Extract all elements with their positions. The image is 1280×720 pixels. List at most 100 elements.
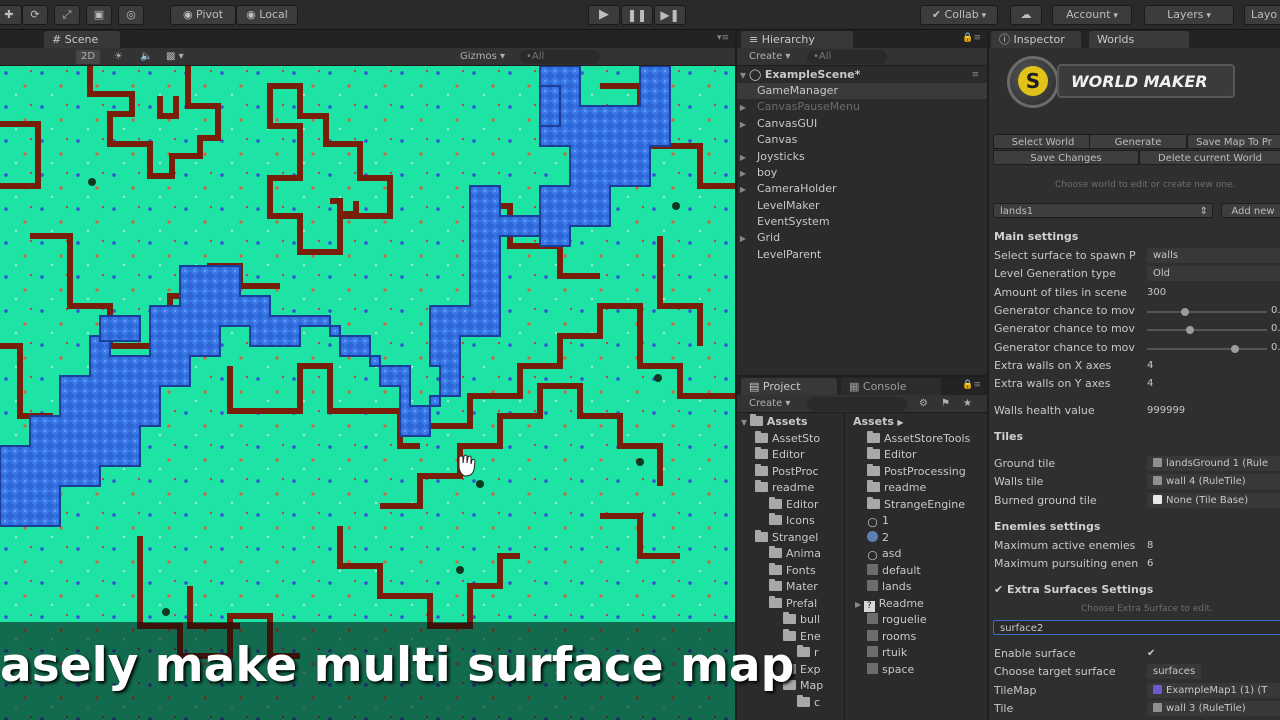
surface-select-field[interactable]: surface2 <box>993 620 1280 635</box>
hierarchy-item-canvasgui[interactable]: ▶ CanvasGUI <box>737 116 987 132</box>
slider-value[interactable]: 0. <box>1271 340 1280 355</box>
hierarchy-item-joysticks[interactable]: ▶ Joysticks <box>737 149 987 165</box>
generate-button[interactable]: Generate <box>1089 134 1187 149</box>
tab-inspector[interactable]: ⓘ Inspector <box>991 31 1081 48</box>
mode-2d-toggle[interactable]: 2D <box>76 50 100 64</box>
assets-breadcrumb[interactable]: Assets ▶ <box>853 414 904 430</box>
hierarchy-item-boy[interactable]: ▶ boy <box>737 165 987 181</box>
tree-item[interactable]: AssetSto <box>755 431 820 447</box>
tree-item[interactable]: Prefal <box>769 596 817 612</box>
favorite-star-icon[interactable]: ★ <box>963 397 972 411</box>
project-panel-menu-icon[interactable]: 🔒≡ <box>962 380 981 390</box>
tab-scene[interactable]: # Scene <box>44 31 120 48</box>
scene-search-input[interactable]: •All <box>520 50 600 64</box>
layers-dropdown[interactable]: Layers <box>1144 5 1234 25</box>
file-item[interactable]: Editor <box>867 447 917 463</box>
tilemap-field[interactable]: ExampleMap1 (1) (T <box>1147 683 1280 698</box>
extra-walls-y-input[interactable]: 4 <box>1147 376 1280 391</box>
tree-item[interactable]: Mater <box>769 579 818 595</box>
delete-world-button[interactable]: Delete current World <box>1139 150 1280 165</box>
scale-tool-icon[interactable]: ⤢ <box>54 5 80 25</box>
select-world-button[interactable]: Select World <box>993 134 1093 149</box>
project-search-input[interactable] <box>807 397 907 411</box>
enable-surface-checkbox[interactable]: ✔ <box>1147 646 1280 661</box>
hierarchy-item-cameraholder[interactable]: ▶ CameraHolder <box>737 181 987 197</box>
pause-button[interactable]: ❚❚ <box>621 5 653 25</box>
layout-dropdown[interactable]: Layo <box>1244 5 1280 25</box>
project-create-dropdown[interactable]: Create ▾ <box>749 397 790 411</box>
tree-item[interactable]: Anima <box>769 546 821 562</box>
file-item[interactable]: ◯ 1 <box>867 513 889 529</box>
tree-item[interactable]: Editor <box>769 497 819 513</box>
file-item[interactable]: readme <box>867 480 926 496</box>
generator-chance-slider[interactable] <box>1147 326 1267 334</box>
hierarchy-item-grid[interactable]: ▶ Grid <box>737 230 987 246</box>
extra-walls-x-input[interactable]: 4 <box>1147 358 1280 373</box>
cloud-button[interactable]: ☁ <box>1010 5 1042 25</box>
filter-type-icon[interactable]: ⚙ <box>919 397 928 411</box>
tiles-amount-input[interactable]: 300 <box>1147 285 1280 300</box>
gizmos-dropdown[interactable]: Gizmos ▾ <box>460 50 505 64</box>
move-tool-icon[interactable]: ✚ <box>0 5 22 25</box>
hierarchy-item-eventsystem[interactable]: EventSystem <box>737 214 987 230</box>
save-changes-button[interactable]: Save Changes <box>993 150 1139 165</box>
local-toggle[interactable]: ◉ Local <box>236 5 298 25</box>
tree-root-assets[interactable]: ▼ Assets <box>741 414 808 430</box>
tab-worlds[interactable]: Worlds <box>1089 31 1189 48</box>
tab-project[interactable]: ▤ Project <box>741 378 837 395</box>
hierarchy-panel-menu-icon[interactable]: 🔒≡ <box>962 33 981 43</box>
world-select-dropdown[interactable]: lands1 ⇕ <box>993 203 1213 218</box>
play-button[interactable]: ▶ <box>588 5 620 25</box>
rect-tool-icon[interactable]: ▣ <box>86 5 112 25</box>
pivot-toggle[interactable]: ◉ Pivot <box>170 5 236 25</box>
file-item[interactable]: default <box>867 563 921 579</box>
tree-item[interactable]: PostProc <box>755 464 819 480</box>
transform-tool-icon[interactable]: ◎ <box>118 5 144 25</box>
hierarchy-item-levelmaker[interactable]: LevelMaker <box>737 198 987 214</box>
surface-spawn-select[interactable]: walls <box>1147 248 1280 263</box>
filter-label-icon[interactable]: ⚑ <box>941 397 950 411</box>
hierarchy-item-gamemanager[interactable]: GameManager <box>737 83 987 99</box>
tab-hierarchy[interactable]: ≡ Hierarchy <box>741 31 853 48</box>
file-item[interactable]: lands <box>867 579 911 595</box>
add-new-button[interactable]: Add new <box>1221 203 1280 218</box>
slider-value[interactable]: 0. <box>1271 321 1280 336</box>
file-item[interactable]: 2 <box>867 530 889 546</box>
tree-item[interactable]: Strangel <box>755 530 818 546</box>
tree-item[interactable]: r <box>797 645 819 661</box>
lighting-icon[interactable]: ☀ <box>114 50 123 64</box>
step-button[interactable]: ▶❚ <box>654 5 686 25</box>
file-item[interactable]: AssetStoreTools <box>867 431 970 447</box>
tile-field[interactable]: wall 3 (RuleTile) <box>1147 701 1280 716</box>
walls-health-input[interactable]: 999999 <box>1147 403 1280 418</box>
hierarchy-item-canvaspausemenu[interactable]: ▶ CanvasPauseMenu <box>737 99 987 115</box>
file-item[interactable]: rooms <box>867 629 916 645</box>
slider-value[interactable]: 0. <box>1271 303 1280 318</box>
effects-icon[interactable]: ▩ ▾ <box>166 50 184 64</box>
file-item[interactable]: rtuik <box>867 645 907 661</box>
file-item[interactable]: roguelie <box>867 612 927 628</box>
level-generation-select[interactable]: Old <box>1147 266 1280 281</box>
account-dropdown[interactable]: Account <box>1052 5 1132 25</box>
file-item[interactable]: space <box>867 662 914 678</box>
file-item[interactable]: StrangeEngine <box>867 497 965 513</box>
generator-chance-slider[interactable] <box>1147 308 1267 316</box>
burned-tile-field[interactable]: None (Tile Base) <box>1147 493 1280 508</box>
file-item[interactable]: ◯ asd <box>867 546 901 562</box>
max-pursuing-enemies-input[interactable]: 6 <box>1147 556 1280 571</box>
hierarchy-search-input[interactable]: •All <box>807 50 887 64</box>
file-item[interactable]: PostProcessing <box>867 464 966 480</box>
tree-item[interactable]: c <box>797 695 820 711</box>
ground-tile-field[interactable]: landsGround 1 (Rule <box>1147 456 1280 471</box>
tree-item[interactable]: Icons <box>769 513 815 529</box>
max-active-enemies-input[interactable]: 8 <box>1147 538 1280 553</box>
target-surface-select[interactable]: surfaces <box>1147 664 1201 679</box>
audio-icon[interactable]: 🔈 <box>140 50 152 64</box>
tree-item[interactable]: bull <box>783 612 820 628</box>
tree-item[interactable]: Editor <box>755 447 805 463</box>
walls-tile-field[interactable]: wall 4 (RuleTile) <box>1147 474 1280 489</box>
collab-dropdown[interactable]: ✔ Collab <box>920 5 998 25</box>
tree-item[interactable]: Fonts <box>769 563 816 579</box>
slider-knob[interactable] <box>1186 326 1195 334</box>
save-map-button[interactable]: Save Map To Pr <box>1187 134 1280 149</box>
